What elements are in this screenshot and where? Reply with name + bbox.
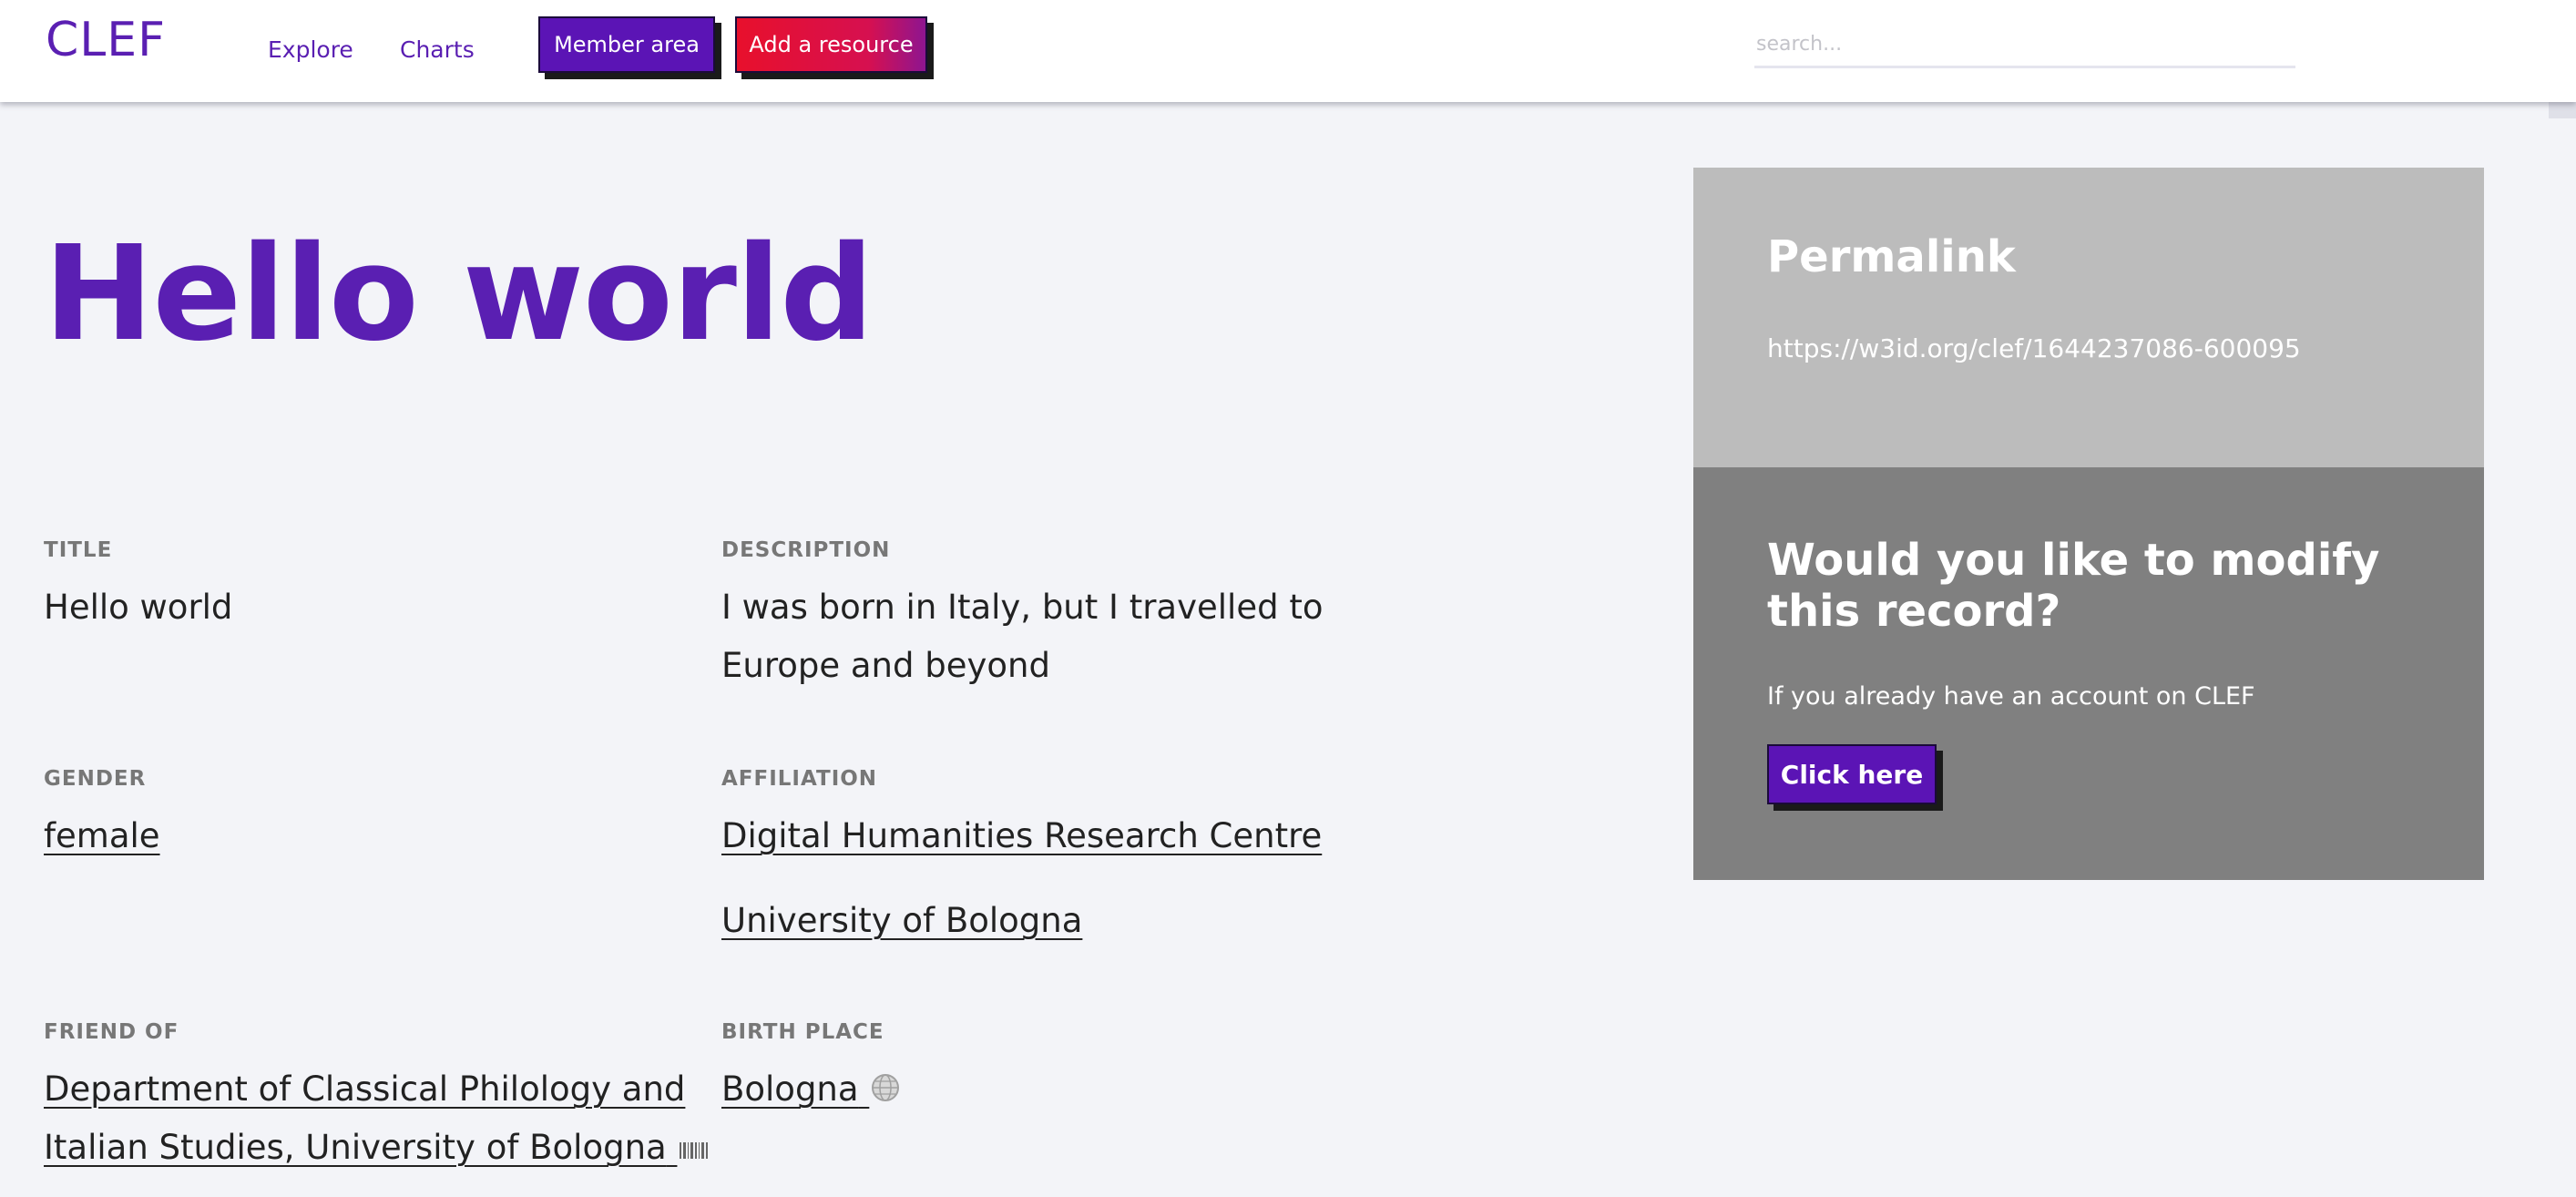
- title-field: TITLE Hello world: [44, 537, 232, 637]
- birth-place-field: BIRTH PLACE Bologna: [721, 1018, 900, 1120]
- friend-of-link[interactable]: Department of Classical Philology and Ita…: [44, 1069, 685, 1167]
- description-field-value: I was born in Italy, but I travelled to …: [721, 578, 1323, 695]
- clef-logo[interactable]: CLEF: [46, 13, 166, 67]
- description-line: Europe and beyond: [721, 646, 1050, 685]
- friend-of-field-value: Department of Classical Philology and Ita…: [44, 1060, 710, 1179]
- birth-place-link[interactable]: Bologna: [721, 1069, 869, 1109]
- permalink-panel: Permalink https://w3id.org/clef/16442370…: [1693, 168, 2484, 467]
- modify-record-panel: Would you like to modify this record? If…: [1693, 467, 2484, 880]
- nav-explore-link[interactable]: Explore: [268, 36, 353, 63]
- affiliation-link-unibo[interactable]: University of Bologna: [721, 892, 1322, 950]
- title-field-label: TITLE: [44, 538, 113, 562]
- page-title: Hello world: [44, 217, 874, 370]
- friend-of-line: Department of Classical Philology and: [44, 1069, 686, 1109]
- affiliation-field-value: Digital Humanities Research Centre Unive…: [721, 807, 1322, 950]
- description-field: DESCRIPTION I was born in Italy, but I t…: [721, 537, 1323, 695]
- permalink-url[interactable]: https://w3id.org/clef/1644237086-600095: [1767, 333, 2301, 363]
- modify-record-text: If you already have an account on CLEF: [1767, 682, 2255, 711]
- birth-place-text: Bologna: [721, 1069, 859, 1109]
- affiliation-field-label: AFFILIATION: [721, 767, 878, 791]
- modify-record-title: Would you like to modify this record?: [1767, 535, 2380, 637]
- globe-icon: [871, 1062, 900, 1120]
- click-here-button[interactable]: Click here: [1767, 744, 1937, 804]
- gender-field-label: GENDER: [44, 767, 147, 791]
- nav-charts-link[interactable]: Charts: [400, 36, 475, 63]
- friend-of-field: FRIEND OF Department of Classical Philol…: [44, 1018, 710, 1179]
- friend-of-field-label: FRIEND OF: [44, 1020, 179, 1044]
- gender-field-value: female: [44, 807, 160, 865]
- description-line: I was born in Italy, but I travelled to: [721, 588, 1324, 627]
- birth-place-field-label: BIRTH PLACE: [721, 1020, 884, 1044]
- affiliation-field: AFFILIATION Digital Humanities Research …: [721, 765, 1322, 977]
- top-navbar: CLEF Explore Charts Member area Add a re…: [0, 0, 2576, 102]
- gender-field: GENDER female: [44, 765, 160, 865]
- permalink-title: Permalink: [1767, 231, 2016, 282]
- add-resource-button[interactable]: Add a resource: [735, 16, 927, 73]
- description-field-label: DESCRIPTION: [721, 538, 891, 562]
- member-area-button[interactable]: Member area: [538, 16, 715, 73]
- birth-place-field-value: Bologna: [721, 1060, 900, 1120]
- search-input[interactable]: [1754, 22, 2295, 68]
- affiliation-link-dhrc[interactable]: Digital Humanities Research Centre: [721, 807, 1322, 865]
- gender-link[interactable]: female: [44, 816, 160, 855]
- friend-of-line: Italian Studies, University of Bologna: [44, 1128, 667, 1167]
- title-field-value: Hello world: [44, 588, 233, 627]
- barcode-icon: [679, 1120, 710, 1179]
